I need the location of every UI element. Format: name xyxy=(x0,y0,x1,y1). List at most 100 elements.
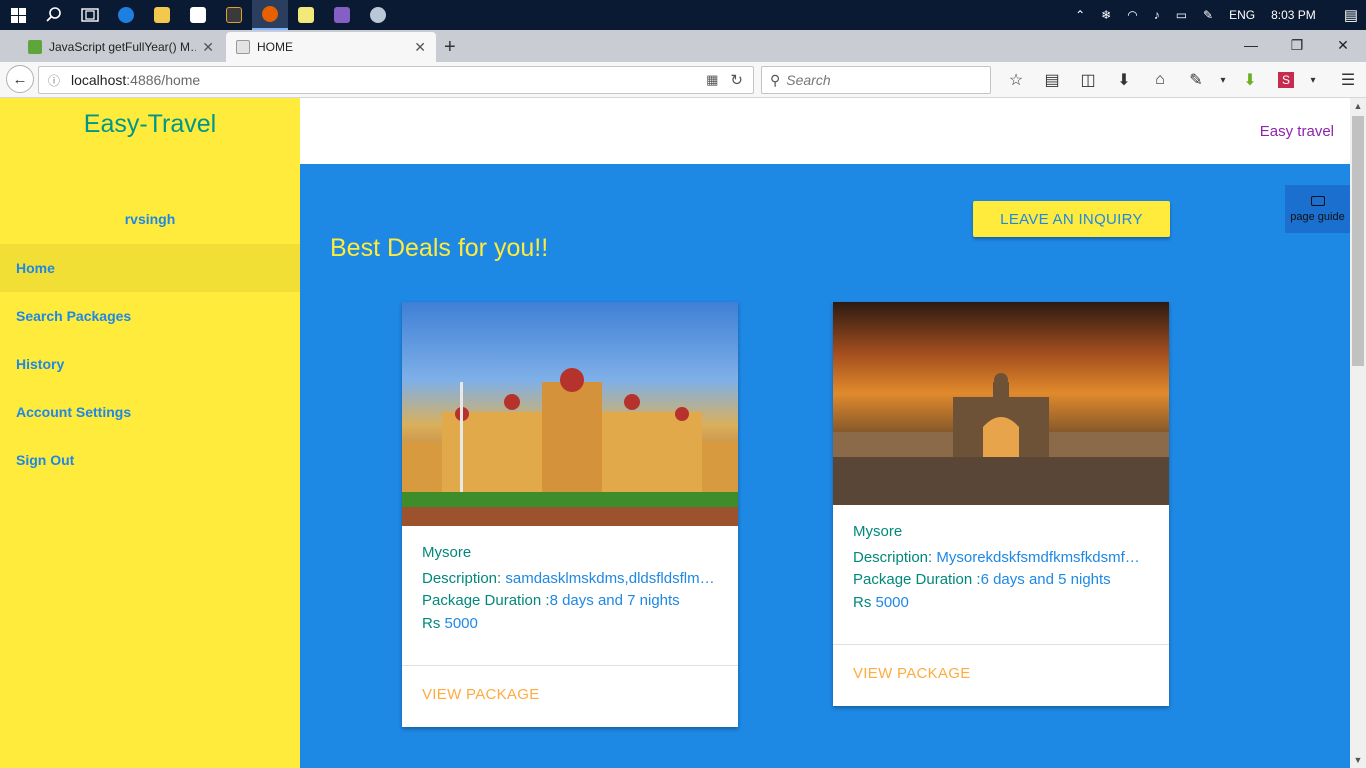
w3-favicon-icon xyxy=(28,40,42,54)
addon-download-icon[interactable]: ⬇ xyxy=(1232,70,1268,90)
close-tab-icon[interactable]: ✕ xyxy=(202,39,214,56)
reader-view-icon[interactable]: ▦ xyxy=(706,72,718,88)
sidebar-item-home[interactable]: Home xyxy=(0,244,300,292)
addon-s-icon[interactable]: S xyxy=(1268,71,1304,89)
scroll-up-icon[interactable]: ▲ xyxy=(1350,101,1366,111)
address-bar[interactable]: ⓘ localhost:4886/home ▦ ↻ xyxy=(38,66,754,94)
dropdown-icon[interactable]: ▾ xyxy=(1304,75,1322,86)
search-icon: ⚲ xyxy=(770,71,781,88)
duration-value: 6 days and 5 nights xyxy=(980,571,1111,588)
app-icon[interactable] xyxy=(360,0,396,30)
username: rvsingh xyxy=(124,211,176,227)
view-package-button[interactable]: VIEW PACKAGE xyxy=(402,665,738,727)
eyedropper-icon[interactable]: ✎ xyxy=(1178,70,1214,90)
windows-icon[interactable] xyxy=(0,0,36,30)
system-tray: ⌃ ❄ ◠ ♪ ▭ ✎ ENG 8:03 PM ▤ xyxy=(1067,0,1366,30)
battery-icon[interactable]: ▭ xyxy=(1176,8,1187,22)
info-icon[interactable]: ⓘ xyxy=(43,72,65,89)
chevron-up-icon[interactable]: ⌃ xyxy=(1075,8,1085,22)
wifi-icon[interactable]: ◠ xyxy=(1127,8,1137,22)
reload-icon[interactable]: ↻ xyxy=(730,71,743,89)
duration-value: 8 days and 7 nights xyxy=(549,592,680,609)
close-tab-icon[interactable]: ✕ xyxy=(414,39,426,56)
description-value: samdasklmskdms,dldsfldsflm… xyxy=(505,569,715,587)
page-title: Best Deals for you!! xyxy=(330,234,549,262)
description-label: Description: xyxy=(422,569,506,587)
home-icon[interactable]: ⌂ xyxy=(1142,71,1178,89)
download-icon[interactable]: ⬇ xyxy=(1106,70,1142,90)
header-title: Easy travel xyxy=(1259,123,1334,140)
price-label: Rs xyxy=(422,614,445,632)
close-window-icon[interactable]: ✕ xyxy=(1320,30,1366,60)
url-path: :4886/home xyxy=(126,72,201,88)
file-explorer-icon[interactable] xyxy=(144,0,180,30)
sidebar-item-history[interactable]: History xyxy=(0,340,300,388)
firefox-icon[interactable] xyxy=(252,0,288,30)
price-value: 5000 xyxy=(444,614,478,632)
sidebar-menu: Home Search Packages History Account Set… xyxy=(0,244,300,484)
view-package-button[interactable]: VIEW PACKAGE xyxy=(833,644,1169,706)
minimize-icon[interactable]: — xyxy=(1228,30,1274,60)
sidebar-item-account-settings[interactable]: Account Settings xyxy=(0,388,300,436)
package-place: Mysore xyxy=(853,523,903,540)
search-input[interactable]: ⚲ Search xyxy=(761,66,991,94)
package-image xyxy=(402,302,738,526)
notification-icon[interactable]: ▤ xyxy=(1344,6,1358,24)
tab-title: JavaScript getFullYear() M… xyxy=(49,40,197,54)
edge-icon[interactable] xyxy=(108,0,144,30)
page-guide-button[interactable]: page guide xyxy=(1285,185,1350,233)
tab-title: HOME xyxy=(257,40,293,54)
duration-label: Package Duration : xyxy=(853,571,981,588)
restore-icon[interactable]: ❐ xyxy=(1274,30,1320,60)
page-guide-label: page guide xyxy=(1290,210,1345,223)
description-value: Mysorekdskfsmdfkmsfkdsmf… xyxy=(936,548,1140,566)
snowflake-icon[interactable]: ❄ xyxy=(1101,8,1111,22)
page-favicon-icon xyxy=(236,40,250,54)
scrollbar-thumb[interactable] xyxy=(1352,116,1364,366)
windows-taskbar: ⌃ ❄ ◠ ♪ ▭ ✎ ENG 8:03 PM ▤ xyxy=(0,0,1366,30)
card-body: Mysore Description: samdasklmskdms,dldsf… xyxy=(402,526,738,651)
app-15-icon[interactable] xyxy=(216,0,252,30)
scroll-down-icon[interactable]: ▼ xyxy=(1350,755,1366,765)
price-label: Rs xyxy=(853,593,876,611)
pocket-icon[interactable]: ◫ xyxy=(1070,70,1106,90)
dropdown-icon[interactable]: ▾ xyxy=(1214,75,1232,86)
store-icon[interactable] xyxy=(180,0,216,30)
sidebar: Easy-Travel rvsingh Home Search Packages… xyxy=(0,98,300,768)
tab-javascript[interactable]: JavaScript getFullYear() M… ✕ xyxy=(18,32,224,62)
leave-inquiry-button[interactable]: LEAVE AN INQUIRY xyxy=(973,201,1170,237)
back-icon[interactable]: ← xyxy=(6,65,34,93)
duration-row: Package Duration :8 days and 7 nights xyxy=(422,590,718,613)
bookmark-star-icon[interactable]: ☆ xyxy=(998,70,1034,90)
monitor-icon xyxy=(1310,195,1325,206)
description-row: Description: Mysorekdskfsmdfkmsfkdsmf… xyxy=(853,547,1149,570)
toolbar-icons: ☆ ▤ ◫ ⬇ ⌂ ✎ ▾ ⬇ S ▾ ☰ xyxy=(998,62,1366,98)
url-host: localhost xyxy=(71,72,127,88)
task-view-icon[interactable] xyxy=(72,0,108,30)
tab-home[interactable]: HOME ✕ xyxy=(226,32,436,62)
search-placeholder: Search xyxy=(786,72,831,88)
app-header: Easy travel xyxy=(300,98,1350,164)
price-row: Rs 5000 xyxy=(853,592,1149,615)
new-tab-icon[interactable]: + xyxy=(444,36,456,59)
navigation-toolbar: ← ⓘ localhost:4886/home ▦ ↻ ⚲ Search ☆ ▤… xyxy=(0,62,1366,98)
price-row: Rs 5000 xyxy=(422,613,718,636)
description-row: Description: samdasklmskdms,dldsfldsflm… xyxy=(422,568,718,591)
package-card: Mysore Description: samdasklmskdms,dldsf… xyxy=(402,302,738,727)
search-icon[interactable] xyxy=(36,0,72,30)
page-scrollbar[interactable]: ▲ ▼ xyxy=(1350,98,1366,768)
language-indicator[interactable]: ENG xyxy=(1229,8,1255,22)
visual-studio-icon[interactable] xyxy=(324,0,360,30)
pen-icon[interactable]: ✎ xyxy=(1203,8,1213,22)
clock[interactable]: 8:03 PM xyxy=(1271,8,1316,22)
brand-title: Easy-Travel xyxy=(83,110,217,138)
sidebar-item-sign-out[interactable]: Sign Out xyxy=(0,436,300,484)
volume-icon[interactable]: ♪ xyxy=(1154,8,1160,22)
duration-label: Package Duration : xyxy=(422,592,550,609)
reading-list-icon[interactable]: ▤ xyxy=(1034,70,1070,90)
package-image xyxy=(833,302,1169,505)
sidebar-item-search-packages[interactable]: Search Packages xyxy=(0,292,300,340)
price-value: 5000 xyxy=(875,593,909,611)
notepad-icon[interactable] xyxy=(288,0,324,30)
menu-icon[interactable]: ☰ xyxy=(1330,70,1366,90)
